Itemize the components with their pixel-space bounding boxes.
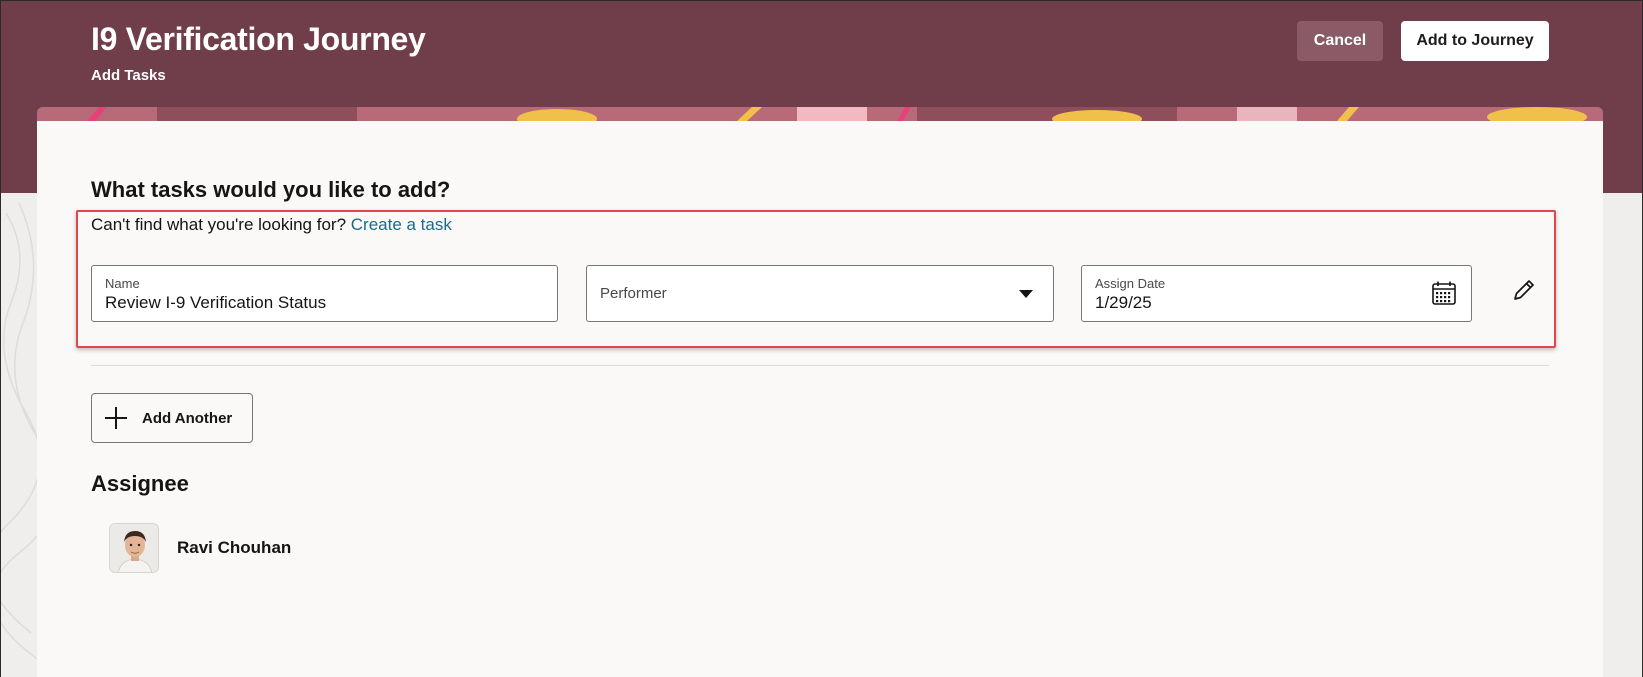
avatar — [109, 523, 159, 573]
page-subtitle: Add Tasks — [91, 67, 166, 84]
calendar-icon[interactable] — [1431, 280, 1457, 306]
name-value: Review I-9 Verification Status — [105, 293, 327, 312]
content-card — [37, 121, 1603, 677]
assignee-name: Ravi Chouhan — [177, 538, 292, 557]
add-another-button[interactable]: Add Another — [91, 393, 253, 443]
tasks-heading: What tasks would you like to add? — [91, 177, 451, 202]
caret-down-icon[interactable] — [1019, 290, 1033, 298]
performer-select[interactable]: Performer — [586, 265, 1054, 322]
add-another-label: Add Another — [142, 410, 233, 427]
assign-date-value: 1/29/25 — [1095, 293, 1152, 312]
divider — [91, 365, 1549, 366]
name-field[interactable]: Name Review I-9 Verification Status — [91, 265, 558, 322]
performer-placeholder: Performer — [600, 285, 667, 302]
plus-icon — [105, 407, 127, 429]
name-label: Name — [105, 276, 140, 291]
page-title: I9 Verification Journey — [91, 21, 426, 57]
decorative-banner — [37, 107, 1603, 121]
assign-date-field[interactable]: Assign Date 1/29/25 — [1081, 265, 1472, 322]
banner-pattern — [37, 107, 1603, 121]
person-avatar-icon — [110, 524, 158, 572]
assignee-heading: Assignee — [91, 471, 189, 496]
assign-date-label: Assign Date — [1095, 276, 1166, 291]
pencil-icon[interactable] — [1511, 277, 1537, 303]
cancel-button[interactable]: Cancel — [1297, 21, 1383, 61]
add-to-journey-button[interactable]: Add to Journey — [1401, 21, 1549, 61]
